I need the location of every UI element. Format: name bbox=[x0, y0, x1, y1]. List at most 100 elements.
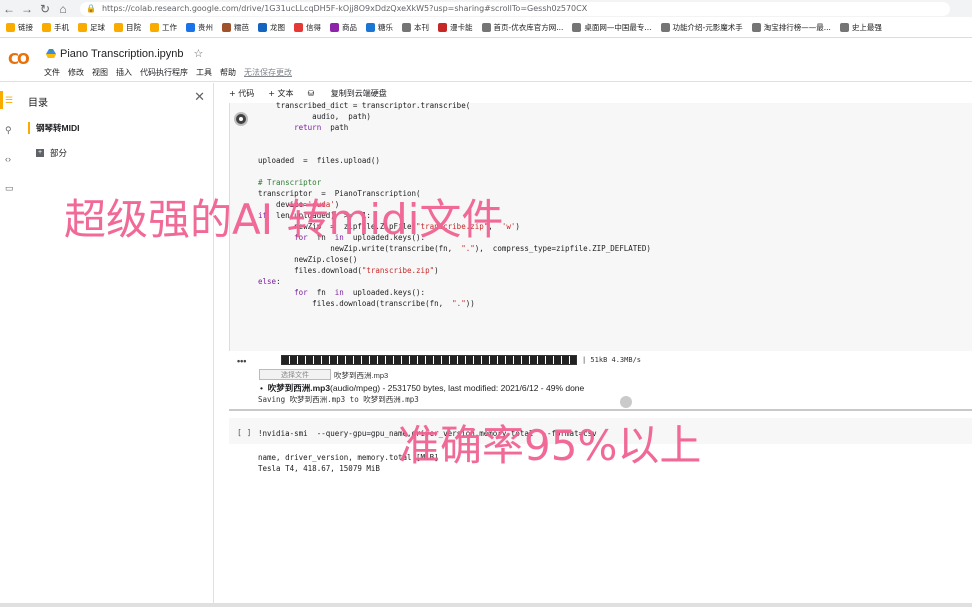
bookmark-icon bbox=[481, 23, 491, 32]
bookmark-icon bbox=[78, 23, 87, 32]
code-snippets-icon[interactable]: ‹› bbox=[5, 154, 11, 164]
saving-text: Saving 吹梦到西洲.mp3 to 吹梦到西洲.mp3 bbox=[258, 395, 419, 404]
notebook-title[interactable]: Piano Transcription.ipynb ☆ bbox=[46, 47, 203, 60]
bookmark-label: 目院 bbox=[126, 23, 141, 32]
bookmark-label: 糖乐 bbox=[378, 23, 393, 32]
colab-logo[interactable]: CO bbox=[8, 50, 34, 70]
left-rail: ☰ ⚲ ‹› ▭ bbox=[0, 83, 22, 607]
bookmark-icon bbox=[294, 23, 303, 32]
bookmark-label: 功能介绍-元影魔术手 bbox=[672, 23, 743, 32]
file-status-line: • 吹梦到西洲.mp3(audio/mpeg) - 2531750 bytes,… bbox=[260, 383, 585, 393]
browser-toolbar: ← → ↻ ⌂ 🔒 https://colab.research.google.… bbox=[0, 0, 972, 17]
bookmark-label: 首页-优衣库官方网... bbox=[493, 23, 564, 32]
bookmark-icon bbox=[150, 23, 159, 32]
bookmark-item[interactable]: 史上最强 bbox=[839, 22, 882, 33]
bookmark-item[interactable]: 手机 bbox=[42, 22, 69, 33]
bookmark-item[interactable]: 目院 bbox=[114, 22, 141, 33]
search-icon[interactable]: ⚲ bbox=[5, 125, 12, 136]
bookmark-label: 贵州 bbox=[198, 23, 213, 32]
toc-item-piano-midi[interactable]: 钢琴转MIDI bbox=[22, 120, 213, 136]
upload-progress-bar bbox=[281, 355, 577, 365]
lock-icon: 🔒 bbox=[86, 4, 96, 13]
bookmark-item[interactable]: 龙图 bbox=[258, 22, 285, 33]
bookmark-item[interactable]: 首页-优衣库官方网... bbox=[481, 22, 564, 33]
bookmark-icon bbox=[258, 23, 267, 32]
colab-header: CO Piano Transcription.ipynb ☆ 文件 修改 视图 插入代… bbox=[0, 40, 972, 82]
bookmark-item[interactable]: 贵州 bbox=[186, 22, 213, 33]
menu-item[interactable]: 插入 bbox=[116, 67, 132, 78]
bookmark-label: 桌面网—中国最专... bbox=[584, 23, 652, 32]
bookmark-item[interactable]: 糖乐 bbox=[366, 22, 393, 33]
bookmark-item[interactable]: 漫卡能 bbox=[438, 22, 473, 33]
rail-active-indicator bbox=[0, 91, 3, 109]
unsaved-changes-link[interactable]: 无法保存更改 bbox=[244, 67, 292, 78]
bookmark-item[interactable]: 商品 bbox=[330, 22, 357, 33]
copy-to-drive-label: 复制到云端硬盘 bbox=[330, 88, 387, 98]
bookmark-label: 信得 bbox=[306, 23, 321, 32]
toc-item-label: 钢琴转MIDI bbox=[36, 123, 80, 133]
bookmark-item[interactable]: 信得 bbox=[294, 22, 321, 33]
forward-icon[interactable]: → bbox=[18, 0, 36, 17]
bookmark-item[interactable]: 功能介绍-元影魔术手 bbox=[660, 22, 743, 33]
overlay-caption-accuracy: 准确率95%以上 bbox=[398, 421, 702, 470]
bookmark-item[interactable]: 链接 bbox=[6, 22, 33, 33]
menu-item[interactable]: 视图 bbox=[92, 67, 108, 78]
bookmark-icon bbox=[330, 23, 339, 32]
toc-title: 目录 bbox=[28, 98, 48, 109]
choose-file-button[interactable]: 选择文件 bbox=[259, 369, 331, 380]
bookmark-label: 手机 bbox=[54, 23, 69, 32]
menu-item[interactable]: 修改 bbox=[68, 67, 84, 78]
bookmark-item[interactable]: 淘宝排行榜——最... bbox=[751, 22, 831, 33]
bookmark-item[interactable]: 糯芭 bbox=[222, 22, 249, 33]
bookmark-icon bbox=[751, 23, 761, 32]
toc-icon[interactable]: ☰ bbox=[5, 95, 13, 106]
star-icon[interactable]: ☆ bbox=[194, 47, 204, 60]
run-cell-button[interactable]: [ ] bbox=[237, 428, 251, 437]
toc-active-bar bbox=[28, 122, 30, 134]
bookmark-label: 龙图 bbox=[270, 23, 285, 32]
bookmark-label: 本刊 bbox=[414, 23, 429, 32]
bookmark-label: 史上最强 bbox=[851, 23, 882, 32]
menu-item[interactable]: 文件 bbox=[44, 67, 60, 78]
bookmark-icon bbox=[366, 23, 375, 32]
bookmarks-bar: 链接 手机 足球 目院 工作 贵州 糯芭 龙图 信得 商品 糖乐 本刊 漫卡能 首页-优衣库官方网... 桌… bbox=[0, 18, 972, 38]
add-text-button[interactable]: + 文本 bbox=[268, 88, 293, 99]
bookmark-item[interactable]: 足球 bbox=[78, 22, 105, 33]
bookmark-label: 足球 bbox=[90, 23, 105, 32]
home-icon[interactable]: ⌂ bbox=[54, 0, 72, 17]
menu-item[interactable]: 代码执行程序 bbox=[140, 67, 188, 78]
cell2-output-line2: Tesla T4, 418.67, 15079 MiB bbox=[258, 464, 380, 473]
bottom-border bbox=[0, 603, 972, 607]
bookmark-icon bbox=[839, 23, 849, 32]
bookmark-item[interactable]: 工作 bbox=[150, 22, 177, 33]
bookmark-label: 糯芭 bbox=[234, 23, 249, 32]
bookmark-label: 链接 bbox=[18, 23, 33, 32]
drive-icon bbox=[46, 49, 56, 58]
bookmark-icon bbox=[402, 23, 411, 32]
close-icon[interactable]: ✕ bbox=[194, 89, 205, 105]
toc-item-section[interactable]: + 部分 bbox=[36, 147, 67, 159]
bookmark-item[interactable]: 桌面网—中国最专... bbox=[572, 22, 652, 33]
back-icon[interactable]: ← bbox=[0, 0, 18, 17]
progress-text: | 51kB 4.3MB/s bbox=[582, 356, 642, 364]
bookmark-label: 淘宝排行榜——最... bbox=[763, 23, 831, 32]
bookmark-icon bbox=[660, 23, 670, 32]
output-menu-icon[interactable]: ••• bbox=[237, 356, 246, 366]
bookmark-icon bbox=[222, 23, 231, 32]
expand-icon[interactable]: + bbox=[36, 149, 44, 157]
bookmark-icon bbox=[186, 23, 195, 32]
mouse-cursor bbox=[620, 396, 632, 408]
toc-item-label: 部分 bbox=[50, 148, 68, 158]
bookmark-item[interactable]: 本刊 bbox=[402, 22, 429, 33]
files-icon[interactable]: ▭ bbox=[5, 183, 14, 194]
copy-to-drive-button[interactable]: ⛁ 复制到云端硬盘 bbox=[308, 88, 401, 99]
bookmark-label: 商品 bbox=[342, 23, 357, 32]
address-bar[interactable]: 🔒 https://colab.research.google.com/driv… bbox=[80, 1, 950, 16]
add-code-button[interactable]: + 代码 bbox=[229, 88, 254, 99]
table-of-contents-panel: 目录 ✕ 钢琴转MIDI + 部分 bbox=[22, 83, 214, 607]
menu-item[interactable]: 工具 bbox=[196, 67, 212, 78]
menu-item[interactable]: 帮助 bbox=[220, 67, 236, 78]
notebook-title-text: Piano Transcription.ipynb bbox=[60, 47, 184, 60]
reload-icon[interactable]: ↻ bbox=[36, 0, 54, 17]
stop-cell-button[interactable] bbox=[234, 112, 248, 126]
